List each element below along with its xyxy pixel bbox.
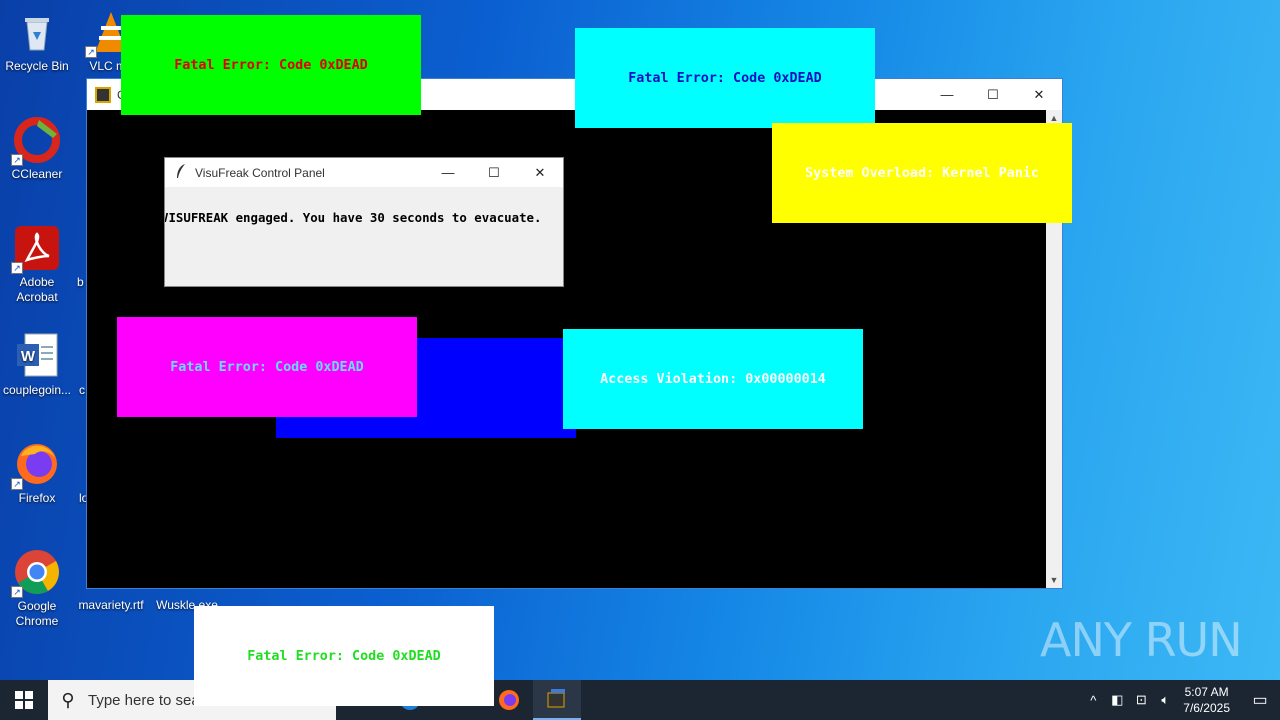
desktop-icon-acrobat[interactable]: ↗ Adobe Acrobat — [0, 224, 74, 305]
desktop-icon-label: Firefox — [18, 491, 56, 505]
error-popup-cyan-access[interactable]: Access Violation: 0x00000014 — [563, 329, 863, 429]
desktop-icon-label: Recycle Bin — [5, 59, 69, 73]
popup-text: Access Violation: 0x00000014 — [600, 371, 826, 387]
feather-icon — [175, 163, 187, 182]
search-icon: ⚲ — [61, 689, 75, 710]
control-panel-window[interactable]: VisuFreak Control Panel — ☐ ✕ VISUFREAK … — [164, 157, 564, 287]
maximize-button[interactable]: ☐ — [471, 158, 517, 187]
desktop-icon-label-partial: c — [79, 383, 85, 397]
desktop-icon-word-doc[interactable]: W couplegoin... — [0, 332, 74, 398]
control-panel-title: VisuFreak Control Panel — [195, 165, 325, 180]
desktop-icon-rtf[interactable]: mavariety.rtf — [74, 598, 148, 613]
popup-text: Fatal Error: Code 0xDEAD — [628, 70, 822, 86]
chrome-icon: ↗ — [11, 548, 61, 598]
clock-date: 7/6/2025 — [1183, 701, 1230, 715]
close-button[interactable]: ✕ — [1016, 79, 1062, 110]
word-document-icon: W — [13, 332, 61, 380]
desktop-icon-ccleaner[interactable]: ↗ CCleaner — [0, 116, 74, 182]
scroll-down-icon[interactable]: ▼ — [1046, 572, 1062, 588]
error-popup-yellow[interactable]: System Overload: Kernel Panic — [772, 123, 1072, 223]
popup-text: Fatal Error: Code 0xDEAD — [174, 57, 368, 73]
svg-text:W: W — [21, 348, 36, 365]
popup-text: Fatal Error: Code 0xDEAD — [170, 359, 364, 375]
meet-now-icon[interactable]: ◧ — [1105, 692, 1129, 708]
notification-icon[interactable]: ▭ — [1240, 690, 1280, 710]
system-tray: ^ ◧ ⊡ 🔈︎ 5:07 AM 7/6/2025 ▭ — [1081, 680, 1280, 720]
acrobat-icon: ↗ — [11, 224, 61, 274]
network-icon[interactable]: ⊡ — [1129, 692, 1153, 708]
close-button[interactable]: ✕ — [517, 158, 563, 187]
desktop-icon-chrome[interactable]: ↗ Google Chrome — [0, 548, 74, 629]
desktop-icon-label: Adobe Acrobat — [16, 275, 58, 304]
error-popup-magenta[interactable]: Fatal Error: Code 0xDEAD — [117, 317, 417, 417]
desktop-icon-label-partial: b — [77, 275, 84, 289]
firefox-icon: ↗ — [11, 440, 61, 490]
console-app-icon — [547, 689, 565, 708]
minimize-button[interactable]: — — [924, 79, 970, 110]
error-popup-white[interactable]: Fatal Error: Code 0xDEAD — [194, 606, 494, 706]
desktop-icon-label: CCleaner — [11, 167, 63, 181]
console-app-icon — [95, 86, 111, 103]
clock-time: 5:07 AM — [1184, 685, 1229, 699]
watermark-text: ANY RUN — [1040, 613, 1243, 667]
popup-text: System Overload: Kernel Panic — [805, 165, 1039, 181]
error-popup-cyan[interactable]: Fatal Error: Code 0xDEAD — [575, 28, 875, 128]
recycle-bin-icon — [13, 8, 61, 56]
ccleaner-icon: ↗ — [11, 116, 61, 166]
chevron-up-icon[interactable]: ^ — [1081, 693, 1105, 708]
popup-text: Fatal Error: Code 0xDEAD — [247, 648, 441, 664]
desktop-icon-label: Google Chrome — [15, 599, 59, 628]
search-placeholder: Type here to sea — [88, 691, 200, 709]
windows-logo-icon — [15, 691, 33, 709]
desktop-icon-recycle-bin[interactable]: Recycle Bin — [0, 8, 74, 74]
desktop-icon-firefox[interactable]: ↗ Firefox — [0, 440, 74, 506]
error-popup-green[interactable]: Fatal Error: Code 0xDEAD — [121, 15, 421, 115]
desktop-icon-label: couplegoin... — [2, 383, 72, 397]
taskbar-console-app[interactable] — [533, 680, 581, 720]
anyrun-watermark: ANY RUN — [1040, 608, 1243, 672]
firefox-icon — [499, 690, 519, 710]
control-panel-title-bar[interactable]: VisuFreak Control Panel — ☐ ✕ — [165, 158, 563, 187]
minimize-button[interactable]: — — [425, 158, 471, 187]
start-button[interactable] — [0, 680, 48, 720]
desktop-icon-label: mavariety.rtf — [78, 598, 144, 612]
maximize-button[interactable]: ☐ — [970, 79, 1016, 110]
warning-message: VISUFREAK engaged. You have 30 seconds t… — [164, 210, 542, 225]
volume-icon[interactable]: 🔈︎ — [1153, 692, 1177, 708]
taskbar-clock[interactable]: 5:07 AM 7/6/2025 — [1183, 684, 1230, 716]
